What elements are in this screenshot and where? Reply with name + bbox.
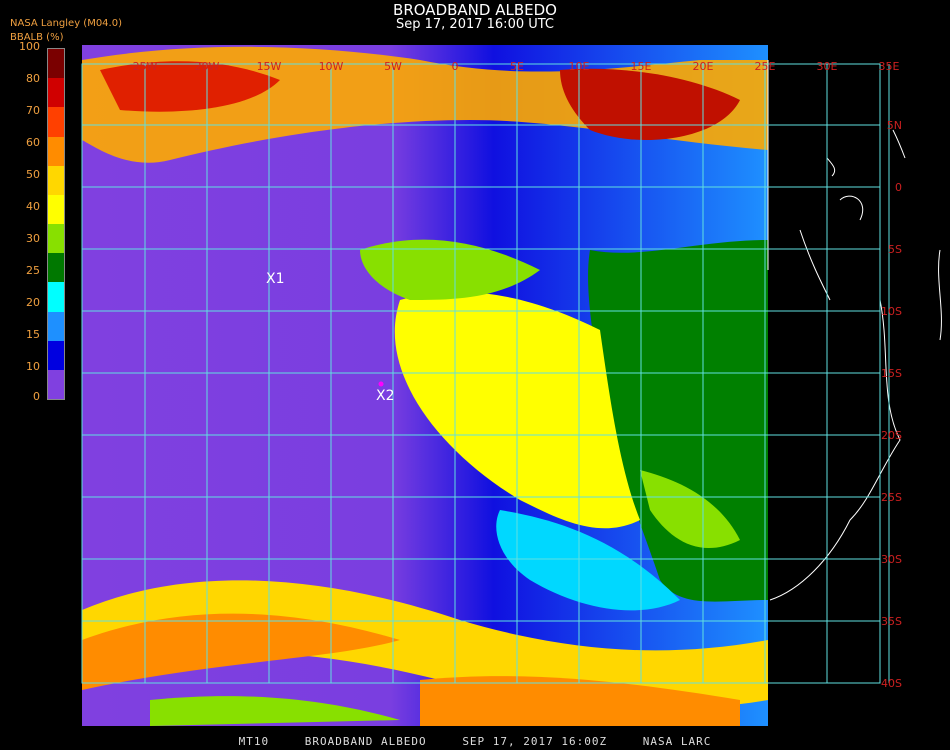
footer-caption: MT10 BROADBAND ALBEDO SEP 17, 2017 16:00… (0, 735, 950, 748)
legend-tick-label: 60 (26, 136, 40, 149)
legend-swatch (48, 165, 64, 196)
latitude-label: 30S (881, 553, 902, 566)
latitude-label: 10S (881, 305, 902, 318)
legend-swatch (48, 311, 64, 342)
legend-tick-label: 70 (26, 104, 40, 117)
latitude-label: 5S (888, 243, 902, 256)
latitude-label: 5N (887, 119, 902, 132)
latitude-label: 25S (881, 491, 902, 504)
longitude-label: 25E (755, 60, 776, 73)
longitude-label: 15W (257, 60, 282, 73)
legend-tick-label: 80 (26, 72, 40, 85)
legend-tick-label: 100 (19, 40, 40, 53)
color-legend (47, 48, 65, 400)
longitude-label: 5E (510, 60, 524, 73)
longitude-label: 20W (195, 60, 220, 73)
latitude-label: 35S (881, 615, 902, 628)
latitude-label: 40S (881, 677, 902, 690)
footer-product: MT10 (238, 735, 270, 748)
legend-swatch (48, 78, 64, 108)
legend-swatch (48, 49, 64, 79)
page-subtitle: Sep 17, 2017 16:00 UTC (395, 17, 555, 32)
lake-outline (826, 157, 836, 177)
lake-outline-2 (892, 129, 906, 159)
latitude-label: 15S (881, 367, 902, 380)
legend-tick-label: 25 (26, 264, 40, 277)
legend-swatch (48, 224, 64, 254)
legend-tick-label: 15 (26, 328, 40, 341)
footer-datetime: SEP 17, 2017 16:00Z (462, 735, 608, 748)
legend-swatch (48, 340, 64, 371)
legend-tick-label: 30 (26, 232, 40, 245)
latitude-labels: 5N 0 5S 10S 15S 20S 25S 30S 35S 40S (881, 119, 902, 690)
page-title: BROADBAND ALBEDO (393, 1, 557, 19)
legend-tick-label: 0 (33, 390, 40, 403)
longitude-label: 25W (133, 60, 158, 73)
longitude-label: 15E (631, 60, 652, 73)
longitude-label: 0 (452, 60, 459, 73)
legend-swatch (48, 282, 64, 312)
longitude-label: 20E (693, 60, 714, 73)
legend-swatch (48, 194, 64, 225)
marker-x2: X2 (376, 388, 395, 404)
legend-swatch (48, 107, 64, 137)
legend-tick-label: 40 (26, 200, 40, 213)
legend-swatch (48, 369, 64, 400)
latitude-label: 20S (881, 429, 902, 442)
longitude-label: 10W (319, 60, 344, 73)
longitude-label: 10E (569, 60, 590, 73)
latitude-label: 0 (895, 181, 902, 194)
footer-source: NASA LARC (642, 735, 712, 748)
legend-swatch (48, 253, 64, 283)
albedo-map: 5N 0 5S 10S 15S 20S 25S 30S 35S 40S 25W 20W 15W 10W 5… (81, 45, 942, 726)
marker-x1: X1 (266, 271, 285, 287)
footer-name: BROADBAND ALBEDO (304, 735, 427, 748)
org-label: NASA Langley (M04.0) (10, 18, 122, 29)
longitude-label: 5W (384, 60, 402, 73)
longitude-label: 30E (817, 60, 838, 73)
legend-tick-label: 10 (26, 360, 40, 373)
longitude-label: 35E (879, 60, 900, 73)
marker-x2-dot (378, 381, 384, 387)
legend-tick-label: 20 (26, 296, 40, 309)
lake-outline-3 (938, 249, 942, 341)
legend-tick-label: 50 (26, 168, 40, 181)
legend-swatch (48, 136, 64, 167)
